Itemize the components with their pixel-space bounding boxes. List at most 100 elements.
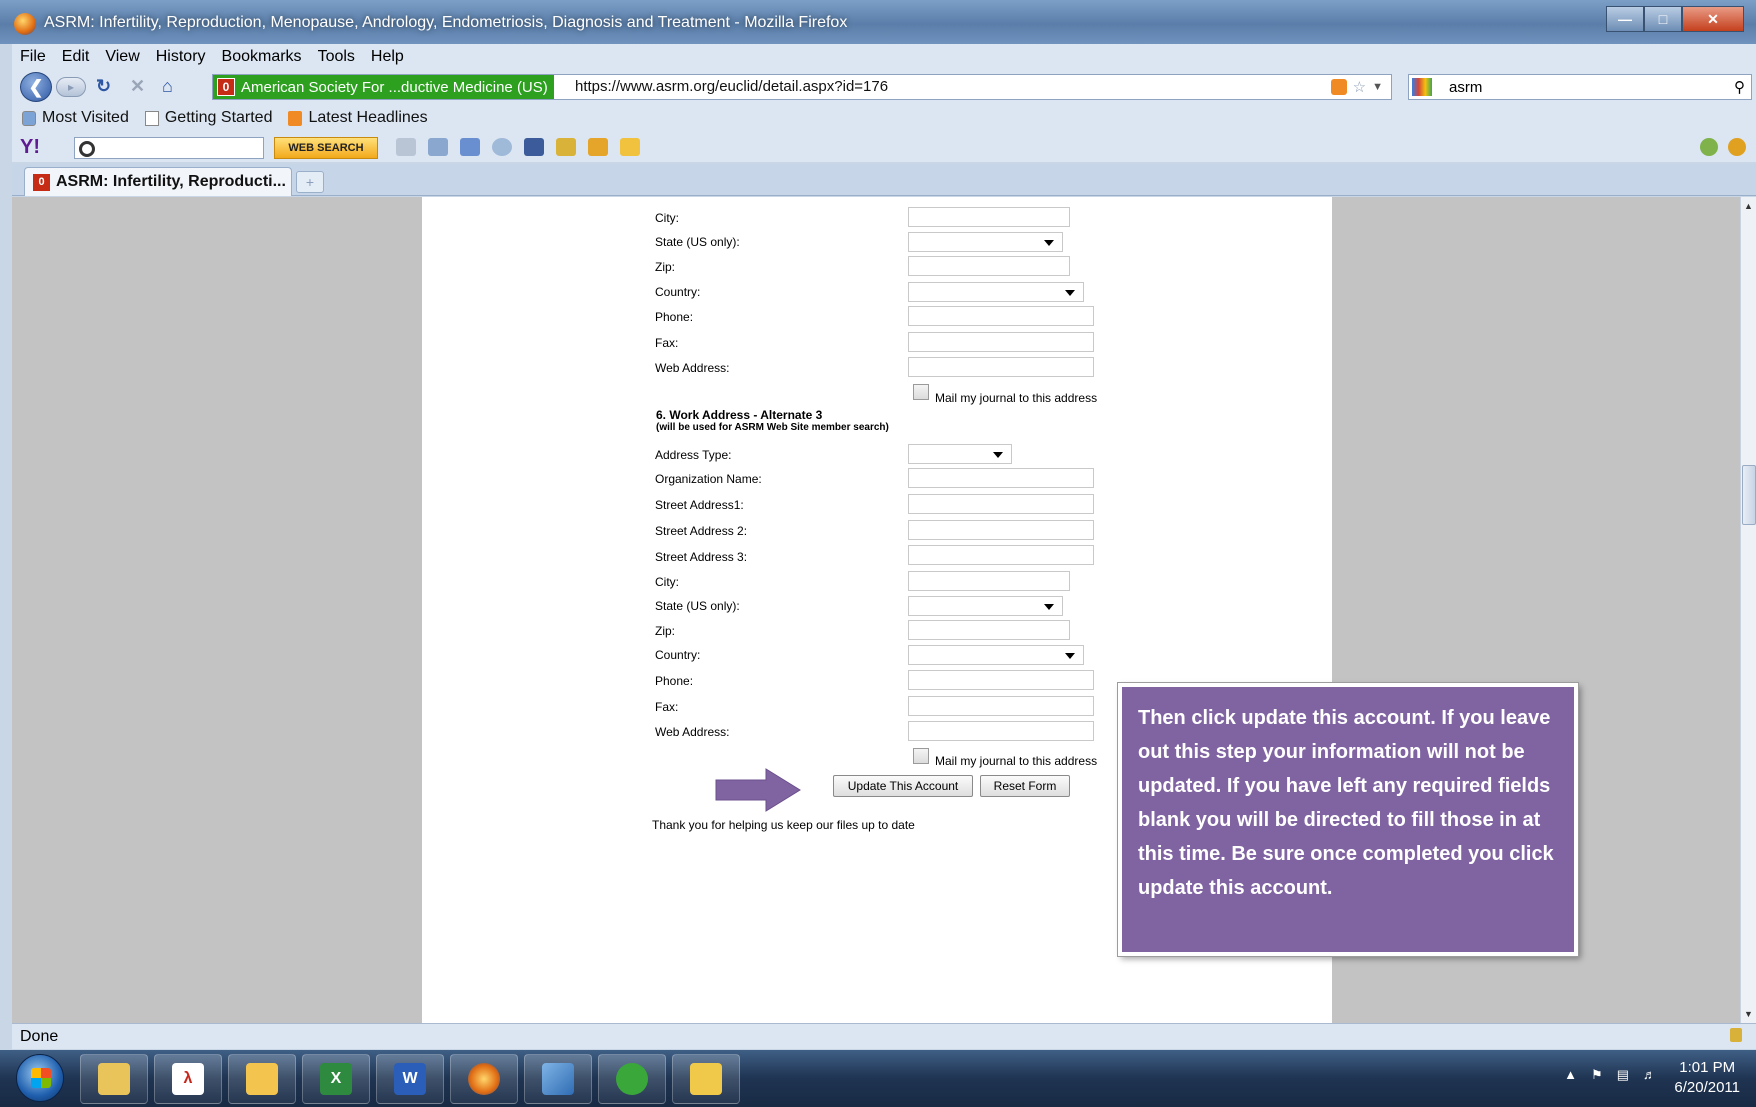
mail-journal-checkbox[interactable] xyxy=(913,384,929,400)
system-clock[interactable]: 1:01 PM 6/20/2011 xyxy=(1674,1058,1740,1098)
city-field[interactable] xyxy=(908,571,1070,591)
street-address-3-field[interactable] xyxy=(908,545,1094,565)
games-icon[interactable] xyxy=(588,138,608,156)
taskbar-euclid[interactable] xyxy=(598,1054,666,1104)
web-address-field[interactable] xyxy=(908,721,1094,741)
address-type-select[interactable] xyxy=(908,444,1012,464)
street-address-2-field[interactable] xyxy=(908,520,1094,540)
mail-icon[interactable] xyxy=(460,138,480,156)
taskbar-outlook[interactable] xyxy=(228,1054,296,1104)
mail-journal-checkbox[interactable] xyxy=(913,748,929,764)
phone-field[interactable] xyxy=(908,670,1094,690)
scrollbar-thumb[interactable] xyxy=(1742,465,1756,525)
taskbar-acrobat[interactable]: λ xyxy=(154,1054,222,1104)
forward-button[interactable]: ▸ xyxy=(56,77,86,97)
yahoo-logo-icon[interactable]: Y! xyxy=(20,136,40,159)
organization-name-label: Organization Name: xyxy=(655,472,762,486)
menu-history[interactable]: History xyxy=(156,48,206,66)
rss-feed-icon[interactable] xyxy=(1330,79,1347,95)
start-button[interactable] xyxy=(16,1054,64,1102)
facebook-icon[interactable] xyxy=(524,138,544,156)
site-identity-label: American Society For ...ductive Medicine… xyxy=(241,78,548,96)
maximize-button[interactable]: □ xyxy=(1644,6,1682,32)
euclid-icon xyxy=(616,1063,648,1095)
add-icon[interactable] xyxy=(1700,138,1718,156)
action-center-flag-icon[interactable]: ⚑ xyxy=(1591,1067,1603,1083)
taskbar-folder[interactable] xyxy=(672,1054,740,1104)
windows-taskbar: λ X W ▲ ⚑ ▤ ♬ 1:01 PM 6/20/2011 xyxy=(0,1050,1756,1107)
minimize-button[interactable]: — xyxy=(1606,6,1644,32)
bookmark-star-icon[interactable]: ☆ xyxy=(1353,78,1366,96)
menu-tools[interactable]: Tools xyxy=(318,48,355,66)
search-engine-icon[interactable] xyxy=(1412,78,1432,96)
taskbar-excel[interactable]: X xyxy=(302,1054,370,1104)
outlook-icon xyxy=(246,1063,278,1095)
reload-icon[interactable]: ↻ xyxy=(96,76,111,97)
bookmark-most-visited[interactable]: Most Visited xyxy=(22,109,129,127)
country-select[interactable] xyxy=(908,282,1084,302)
zip-field[interactable] xyxy=(908,620,1070,640)
country-select[interactable] xyxy=(908,645,1084,665)
taskbar-app[interactable] xyxy=(524,1054,592,1104)
tab-asrm[interactable]: 0 ASRM: Infertility, Reproducti... xyxy=(24,167,292,196)
url-text[interactable]: https://www.asrm.org/euclid/detail.aspx?… xyxy=(575,78,888,95)
search-icon[interactable]: ⚲ xyxy=(1734,78,1745,96)
menu-bar: File Edit View History Bookmarks Tools H… xyxy=(12,44,1756,70)
system-tray-icons: ▲ ⚑ ▤ ♬ xyxy=(1564,1067,1656,1083)
state-select[interactable] xyxy=(908,232,1063,252)
update-account-button[interactable]: Update This Account xyxy=(833,775,973,797)
bookmark-icon[interactable] xyxy=(428,138,448,156)
weather-icon[interactable] xyxy=(492,138,512,156)
lock-icon[interactable] xyxy=(1730,1028,1742,1042)
close-button[interactable]: ✕ xyxy=(1682,6,1744,32)
settings-icon[interactable] xyxy=(1728,138,1746,156)
organization-name-field[interactable] xyxy=(908,468,1094,488)
show-hidden-icons-icon[interactable]: ▲ xyxy=(1564,1067,1577,1083)
widget-icon[interactable] xyxy=(620,138,640,156)
vertical-scrollbar[interactable]: ▲ ▼ xyxy=(1740,197,1756,1023)
site-identity-button[interactable]: 0 American Society For ...ductive Medici… xyxy=(213,75,554,99)
menu-bookmarks[interactable]: Bookmarks xyxy=(222,48,302,66)
volume-icon[interactable]: ♬ xyxy=(1643,1067,1656,1083)
menu-edit[interactable]: Edit xyxy=(62,48,90,66)
search-input[interactable]: asrm xyxy=(1449,79,1482,96)
mail-journal-label: Mail my journal to this address xyxy=(935,391,1098,405)
phone-field[interactable] xyxy=(908,306,1094,326)
url-bar[interactable]: 0 American Society For ...ductive Medici… xyxy=(212,74,1392,100)
url-dropdown-icon[interactable]: ▼ xyxy=(1372,81,1383,96)
window-controls: — □ ✕ xyxy=(1606,6,1744,32)
back-button[interactable]: ❮ xyxy=(20,72,52,102)
new-tab-button[interactable]: + xyxy=(296,171,324,193)
menu-view[interactable]: View xyxy=(105,48,139,66)
scroll-down-icon[interactable]: ▼ xyxy=(1744,1009,1753,1019)
web-search-button[interactable]: WEB SEARCH xyxy=(274,137,378,159)
stop-icon[interactable]: ✕ xyxy=(130,76,145,97)
taskbar-explorer[interactable] xyxy=(80,1054,148,1104)
explorer-icon xyxy=(98,1063,130,1095)
phone-label: Phone: xyxy=(655,674,694,688)
scroll-up-icon[interactable]: ▲ xyxy=(1744,201,1753,211)
state-select[interactable] xyxy=(908,596,1063,616)
taskbar-word[interactable]: W xyxy=(376,1054,444,1104)
reset-form-button[interactable]: Reset Form xyxy=(980,775,1070,797)
notes-icon[interactable] xyxy=(556,138,576,156)
web-address-field[interactable] xyxy=(908,357,1094,377)
fax-field[interactable] xyxy=(908,696,1094,716)
street-address-1-field[interactable] xyxy=(908,494,1094,514)
home-icon[interactable]: ⌂ xyxy=(162,76,173,97)
folder-icon xyxy=(690,1063,722,1095)
site-favicon-icon: 0 xyxy=(217,78,235,96)
zip-field[interactable] xyxy=(908,256,1070,276)
network-icon[interactable]: ▤ xyxy=(1617,1067,1629,1083)
pencil-icon[interactable] xyxy=(396,138,416,156)
taskbar-firefox[interactable] xyxy=(450,1054,518,1104)
bookmark-getting-started[interactable]: Getting Started xyxy=(144,109,272,127)
bookmark-latest-headlines[interactable]: Latest Headlines xyxy=(288,109,428,127)
city-field[interactable] xyxy=(908,207,1070,227)
fax-field[interactable] xyxy=(908,332,1094,352)
menu-help[interactable]: Help xyxy=(371,48,404,66)
bookmarks-toolbar: Most Visited Getting Started Latest Head… xyxy=(12,104,1756,132)
yahoo-search-input[interactable] xyxy=(74,137,264,159)
search-bar[interactable]: asrm ⚲ xyxy=(1408,74,1752,100)
menu-file[interactable]: File xyxy=(20,48,46,66)
